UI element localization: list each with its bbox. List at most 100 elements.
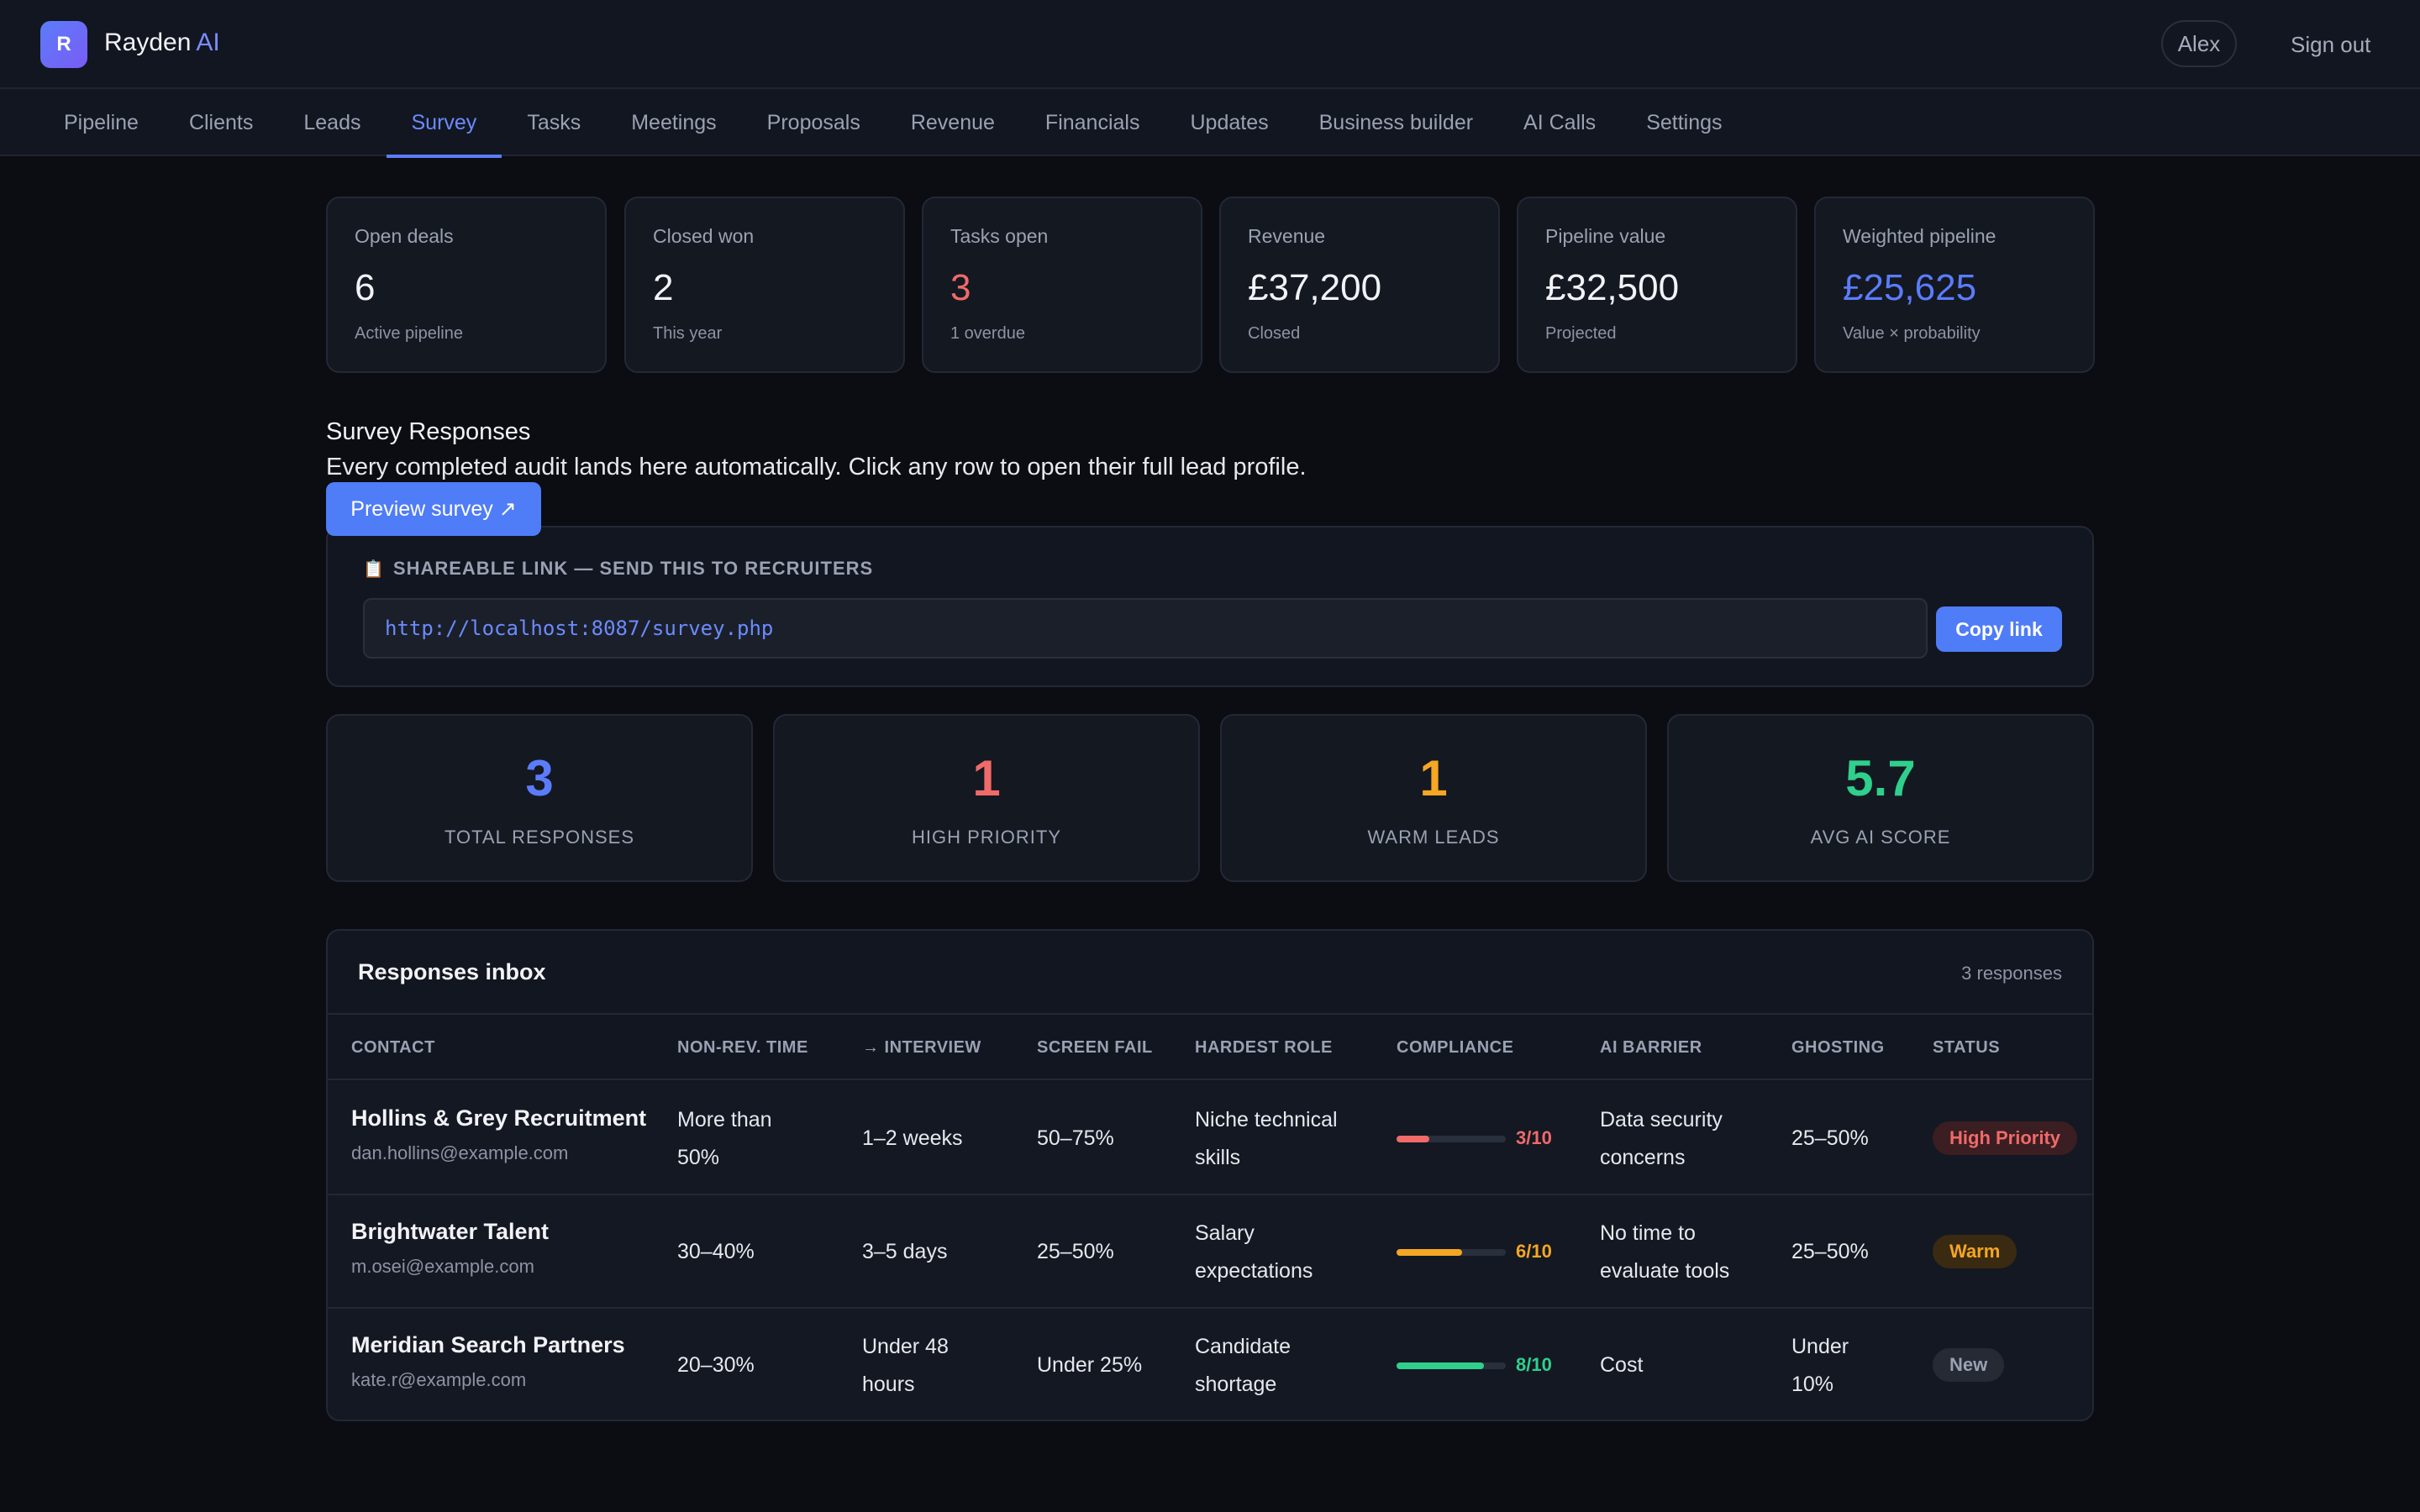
metric-label: WARM LEADS [1367, 827, 1500, 848]
tab-business-builder[interactable]: Business builder [1294, 89, 1498, 156]
tab-tasks[interactable]: Tasks [502, 89, 606, 156]
stat-card: Revenue £37,200 Closed [1219, 197, 1500, 373]
share-link-label: 📋 SHAREABLE LINK — SEND THIS TO RECRUITER… [363, 558, 873, 580]
table-row[interactable]: Meridian Search Partners kate.r@example.c… [328, 1309, 2092, 1420]
logo-badge[interactable]: R [40, 21, 87, 68]
stat-label: Pipeline value [1545, 225, 1666, 247]
hardest-role-cell: Niche technical skills [1195, 1107, 1338, 1169]
compliance-bar [1397, 1362, 1506, 1369]
stat-subtext: 1 overdue [950, 324, 1025, 343]
column-header: → INTERVIEW [862, 1038, 981, 1057]
hardest-role-cell: Salary expectations [1195, 1221, 1313, 1283]
contact-name: Meridian Search Partners [351, 1332, 625, 1357]
tab-leads[interactable]: Leads [278, 89, 386, 156]
inbox-header: Responses inbox 3 responses [328, 931, 2092, 1015]
ai-barrier-cell: No time to evaluate tools [1600, 1221, 1730, 1283]
interview-cell: Under 48 hours [862, 1334, 949, 1396]
non-rev-time-cell: 30–40% [677, 1240, 755, 1263]
stat-value: 3 [950, 267, 971, 308]
table-row[interactable]: Hollins & Grey Recruitment dan.hollins@ex… [328, 1082, 2092, 1195]
compliance-score: 3/10 [1516, 1127, 1552, 1148]
column-header: STATUS [1933, 1038, 2001, 1057]
stat-subtext: Closed [1248, 324, 1301, 343]
section-title: Survey Responses [326, 418, 531, 445]
status-badge: High Priority [1933, 1121, 2078, 1155]
contact-email: dan.hollins@example.com [351, 1142, 569, 1163]
top-bar: R Rayden AI Alex Sign out [0, 0, 2420, 89]
clipboard-icon: 📋 [363, 560, 385, 579]
screen-fail-cell: 25–50% [1037, 1240, 1114, 1263]
tab-clients[interactable]: Clients [164, 89, 278, 156]
metric-label: HIGH PRIORITY [911, 827, 1061, 848]
interview-cell: 1–2 weeks [862, 1126, 963, 1150]
tab-proposals[interactable]: Proposals [742, 89, 886, 156]
status-badge: Warm [1933, 1235, 2018, 1268]
metric-card: 3 TOTAL RESPONSES [326, 714, 753, 882]
screen-fail-cell: Under 25% [1037, 1353, 1143, 1377]
ai-barrier-cell: Cost [1600, 1353, 1644, 1377]
shareable-link-panel: 📋 SHAREABLE LINK — SEND THIS TO RECRUITER… [326, 526, 2094, 687]
hardest-role-cell: Candidate shortage [1195, 1334, 1291, 1396]
tab-meetings[interactable]: Meetings [606, 89, 741, 156]
user-menu-button[interactable]: Alex [2161, 20, 2237, 67]
tab-revenue[interactable]: Revenue [886, 89, 1020, 156]
interview-cell: 3–5 days [862, 1240, 948, 1263]
metric-value: 5.7 [1845, 750, 1916, 806]
ghosting-cell: 25–50% [1791, 1126, 1869, 1150]
inbox-count: 3 responses [1961, 963, 2062, 984]
stat-subtext: Value × probability [1843, 324, 1981, 343]
stat-label: Tasks open [950, 225, 1049, 247]
stat-card: Pipeline value £32,500 Projected [1517, 197, 1797, 373]
ghosting-cell: 25–50% [1791, 1240, 1869, 1263]
stat-label: Open deals [355, 225, 454, 247]
contact-name: Brightwater Talent [351, 1219, 550, 1244]
copy-link-button[interactable]: Copy link [1936, 606, 2062, 652]
metric-label: TOTAL RESPONSES [444, 827, 635, 848]
compliance-bar-fill [1397, 1136, 1429, 1142]
section-description: Every completed audit lands here automat… [326, 454, 1307, 480]
column-header: NON-REV. TIME [677, 1038, 808, 1057]
non-rev-time-cell: More than 50% [677, 1107, 772, 1169]
contact-name: Hollins & Grey Recruitment [351, 1105, 647, 1131]
sign-out-link[interactable]: Sign out [2291, 32, 2370, 58]
stat-value: £32,500 [1545, 267, 1680, 308]
metric-card: 1 HIGH PRIORITY [773, 714, 1200, 882]
compliance-score: 8/10 [1516, 1354, 1552, 1375]
tab-survey[interactable]: Survey [386, 89, 502, 158]
preview-survey-button[interactable]: Preview survey ↗ [326, 482, 541, 536]
tab-settings[interactable]: Settings [1621, 89, 1747, 156]
stat-value: 2 [653, 267, 674, 308]
tab-pipeline[interactable]: Pipeline [39, 89, 164, 156]
share-link-label-text: SHAREABLE LINK — SEND THIS TO RECRUITERS [392, 558, 874, 579]
metric-card: 1 WARM LEADS [1220, 714, 1647, 882]
main-nav: Pipeline Clients Leads Survey Tasks Meetings P… [0, 89, 2420, 158]
compliance-bar-fill [1397, 1249, 1462, 1256]
metric-label: AVG AI SCORE [1810, 827, 1951, 848]
ai-barrier-cell: Data security concerns [1600, 1107, 1723, 1169]
stat-card: Tasks open 3 1 overdue [922, 197, 1202, 373]
compliance-bar-fill [1397, 1362, 1484, 1369]
tab-financials[interactable]: Financials [1020, 89, 1165, 156]
responses-inbox: Responses inbox 3 responses CONTACT NON-R… [326, 929, 2094, 1421]
stat-label: Closed won [653, 225, 755, 247]
contact-email: m.osei@example.com [351, 1256, 534, 1277]
stat-value: 6 [355, 267, 376, 308]
column-header: CONTACT [351, 1038, 435, 1057]
brand-name: Rayden AI [104, 29, 220, 57]
share-link-input[interactable] [363, 598, 1928, 659]
stat-subtext: Active pipeline [355, 324, 463, 343]
stat-label: Revenue [1248, 225, 1326, 247]
stat-value: £25,625 [1843, 267, 1977, 308]
tab-ai-calls[interactable]: AI Calls [1498, 89, 1621, 156]
compliance-bar [1397, 1249, 1506, 1256]
metric-value: 1 [972, 750, 1001, 806]
metric-value: 3 [525, 750, 554, 806]
tab-updates[interactable]: Updates [1165, 89, 1293, 156]
non-rev-time-cell: 20–30% [677, 1353, 755, 1377]
table-header: CONTACT NON-REV. TIME → INTERVIEW SCREEN FA… [328, 1015, 2092, 1080]
table-row[interactable]: Brightwater Talent m.osei@example.com 30–4… [328, 1195, 2092, 1309]
compliance-score: 6/10 [1516, 1241, 1552, 1262]
nav-tabs: Pipeline Clients Leads Survey Tasks Meetings P… [39, 89, 1748, 158]
column-header: COMPLIANCE [1397, 1038, 1514, 1057]
ghosting-cell: Under 10% [1791, 1334, 1849, 1396]
